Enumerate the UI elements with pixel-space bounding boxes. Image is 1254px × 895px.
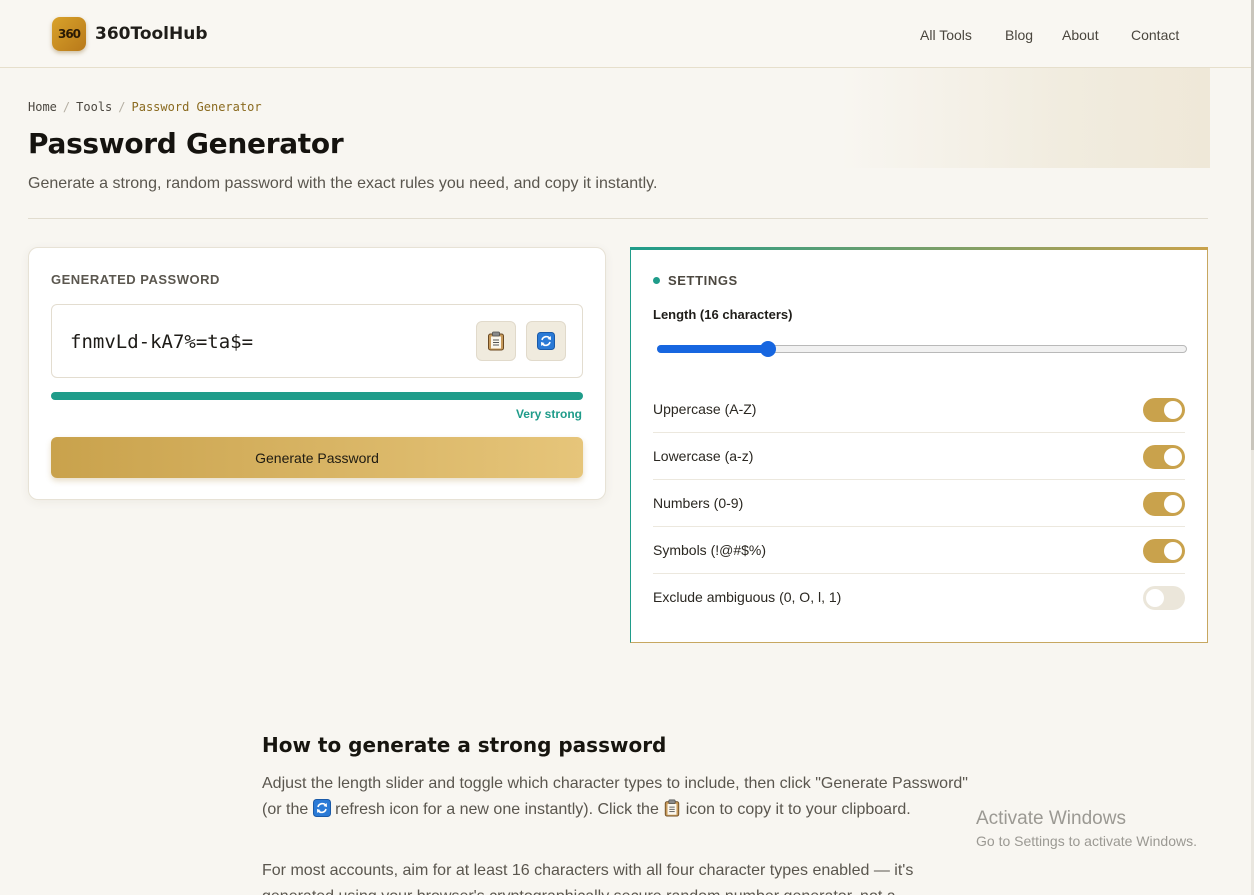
breadcrumb-home[interactable]: Home — [28, 100, 57, 114]
nav-about[interactable]: About — [1062, 27, 1099, 43]
watermark-title: Activate Windows — [976, 808, 1126, 829]
length-label: Length (16 characters) — [653, 307, 793, 322]
refresh-icon — [537, 332, 555, 350]
option-label: Exclude ambiguous (0, O, l, 1) — [653, 589, 842, 605]
logo-icon[interactable]: 360 — [52, 17, 86, 51]
settings-card: SETTINGS Length (16 characters) Uppercas… — [630, 247, 1208, 643]
settings-label: SETTINGS — [668, 273, 738, 288]
breadcrumb-tools[interactable]: Tools — [76, 100, 112, 114]
page-subtitle: Generate a strong, random password with … — [28, 175, 658, 192]
generated-password-card: GENERATED PASSWORD fnmvLd-kA7%=ta$= Very… — [28, 247, 606, 500]
copy-button[interactable] — [476, 321, 516, 361]
option-row-symbols: Symbols (!@#$%) — [653, 527, 1185, 574]
refresh-icon — [312, 799, 331, 817]
exclude-ambiguous-toggle[interactable] — [1143, 586, 1185, 610]
logo-text: 360 — [57, 27, 81, 41]
password-text[interactable]: fnmvLd-kA7%=ta$= — [70, 331, 253, 353]
strength-label: Very strong — [515, 407, 582, 421]
clipboard-icon — [488, 331, 504, 351]
strength-meter — [51, 392, 583, 400]
article-heading: How to generate a strong password — [262, 733, 667, 757]
settings-dot-icon — [653, 277, 660, 284]
article-paragraph: Adjust the length slider and toggle whic… — [262, 771, 977, 823]
lowercase-toggle[interactable] — [1143, 445, 1185, 469]
option-row-numbers: Numbers (0-9) — [653, 480, 1185, 527]
clipboard-icon — [665, 799, 680, 817]
activate-windows-watermark: Activate Windows Go to Settings to activ… — [976, 808, 1197, 849]
regenerate-button[interactable] — [526, 321, 566, 361]
nav-all-tools[interactable]: All Tools — [920, 27, 972, 43]
toggle-knob — [1164, 448, 1182, 466]
breadcrumb-current: Password Generator — [131, 100, 262, 114]
symbols-toggle[interactable] — [1143, 539, 1185, 563]
option-label: Lowercase (a-z) — [653, 448, 754, 464]
toggle-knob — [1164, 495, 1182, 513]
site-header: 360 360ToolHub All Tools Blog About Cont… — [0, 0, 1254, 68]
breadcrumb-separator: / — [62, 100, 71, 114]
breadcrumb: Home / Tools / Password Generator — [28, 100, 262, 114]
divider — [28, 218, 1208, 219]
settings-accent-line — [630, 247, 1208, 250]
generated-password-label: GENERATED PASSWORD — [51, 272, 220, 287]
password-display: fnmvLd-kA7%=ta$= — [51, 304, 583, 378]
toggle-knob — [1164, 401, 1182, 419]
header-glow — [840, 68, 1210, 168]
breadcrumb-separator: / — [118, 100, 126, 114]
option-row-uppercase: Uppercase (A-Z) — [653, 386, 1185, 433]
nav-contact[interactable]: Contact — [1131, 27, 1179, 43]
option-label: Uppercase (A-Z) — [653, 401, 757, 417]
option-label: Numbers (0-9) — [653, 495, 744, 511]
numbers-toggle[interactable] — [1143, 492, 1185, 516]
option-row-exclude-ambiguous: Exclude ambiguous (0, O, l, 1) — [653, 574, 1185, 621]
uppercase-toggle[interactable] — [1143, 398, 1185, 422]
article-text: icon to copy it to your clipboard. — [681, 801, 911, 818]
toggle-knob — [1164, 542, 1182, 560]
page-title: Password Generator — [28, 127, 344, 160]
option-label: Symbols (!@#$%) — [653, 542, 767, 558]
length-slider-thumb[interactable] — [760, 341, 777, 357]
length-slider-fill — [657, 345, 769, 353]
toggle-knob — [1146, 589, 1164, 607]
generate-password-button[interactable]: Generate Password — [51, 437, 583, 478]
brand-name[interactable]: 360ToolHub — [95, 24, 208, 44]
option-row-lowercase: Lowercase (a-z) — [653, 433, 1185, 480]
article-paragraph-2: For most accounts, aim for at least 16 c… — [262, 862, 914, 895]
article-text: refresh icon for a new one instantly). C… — [330, 801, 664, 818]
watermark-subtitle: Go to Settings to activate Windows. — [976, 833, 1197, 849]
nav-blog[interactable]: Blog — [1005, 27, 1033, 43]
